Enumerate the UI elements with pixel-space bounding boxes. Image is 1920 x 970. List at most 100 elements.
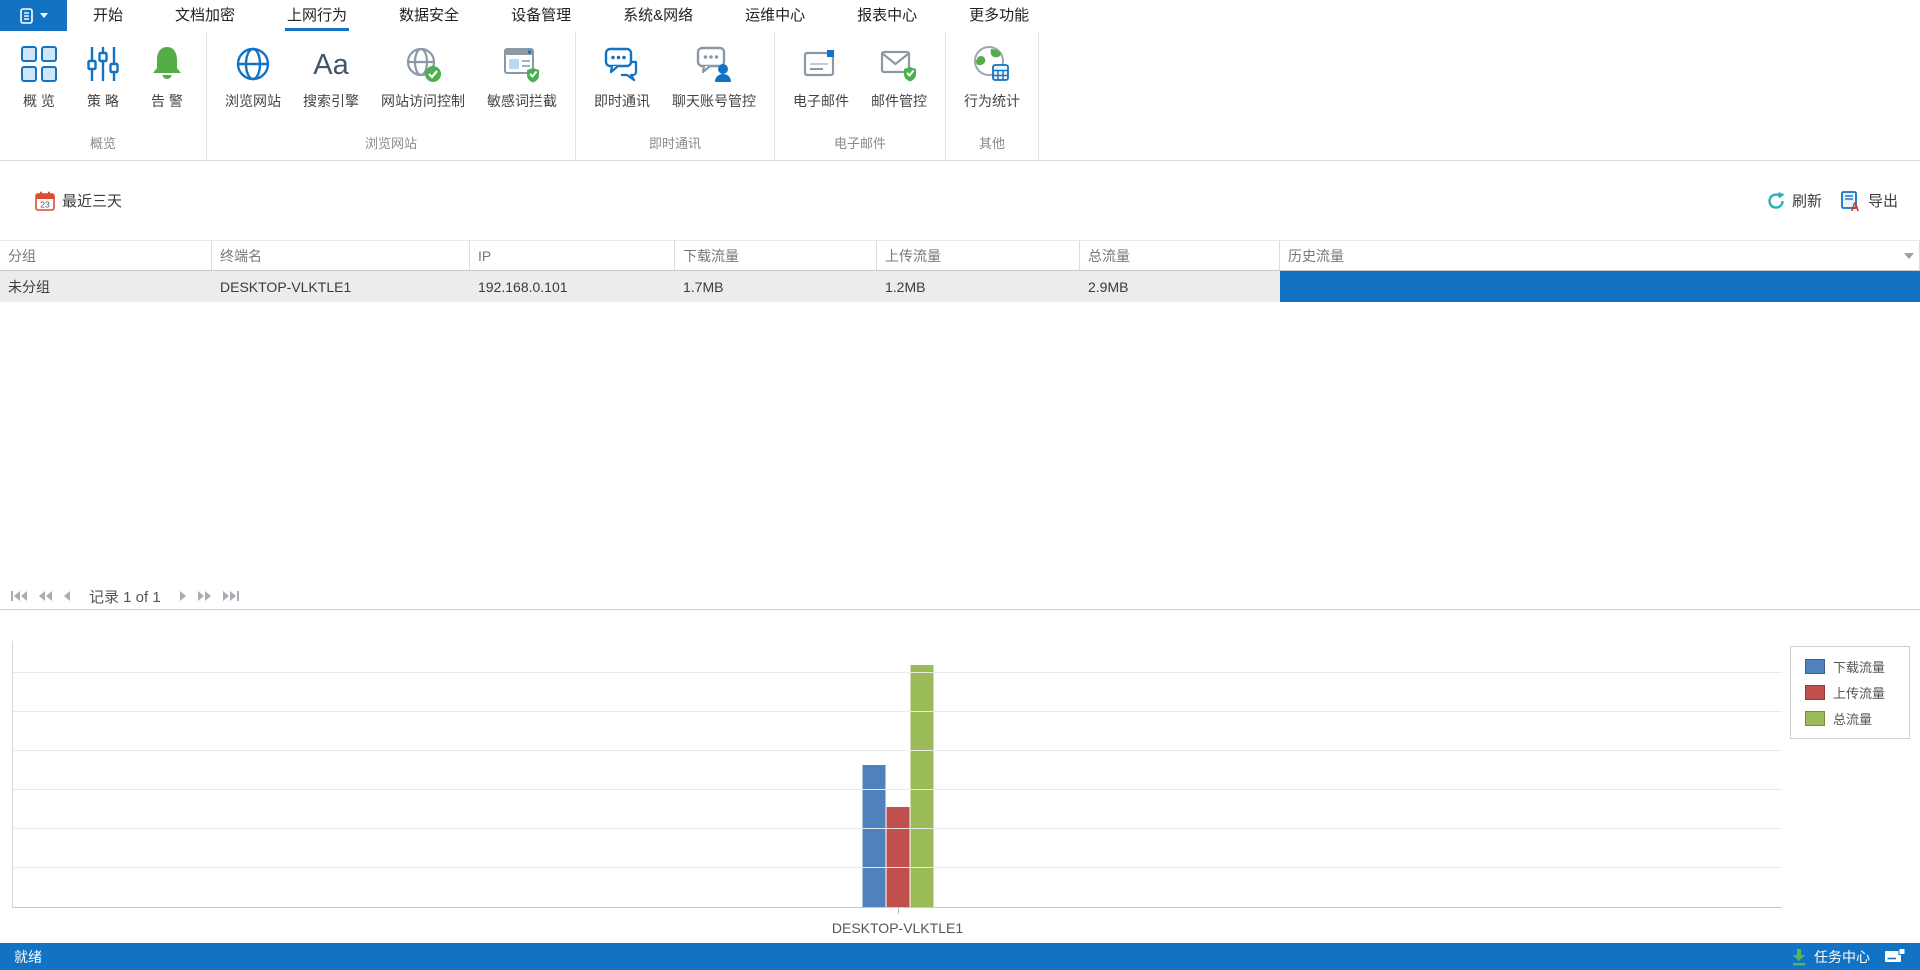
ribbon-item-browse-website[interactable]: 浏览网站 <box>217 39 289 115</box>
menu-tabs: 开始 文档加密 上网行为 数据安全 设备管理 系统&网络 运维中心 报表中心 更… <box>67 0 1055 31</box>
cell-total: 2.9MB <box>1088 278 1129 295</box>
tab-data-security[interactable]: 数据安全 <box>397 0 461 31</box>
column-chooser-button[interactable] <box>1904 241 1914 272</box>
column-header-group[interactable]: 分组 <box>0 241 212 270</box>
ribbon-item-label: 即时通讯 <box>594 93 650 109</box>
svg-text:A: A <box>1851 200 1860 212</box>
message-window-icon[interactable] <box>1884 948 1906 965</box>
sensitive-word-block-icon <box>501 43 543 85</box>
x-axis-category-label: DESKTOP-VLKTLE1 <box>831 920 964 936</box>
gridline <box>13 789 1782 790</box>
date-range-label: 最近三天 <box>62 193 123 210</box>
last-page-button[interactable] <box>222 590 240 602</box>
svg-text:23: 23 <box>40 199 50 209</box>
column-header-history[interactable]: 历史流量 <box>1280 241 1920 270</box>
tab-ops-center[interactable]: 运维中心 <box>743 0 807 31</box>
pagination-bar: 记录 1 of 1 <box>0 583 1920 610</box>
fast-prev-page-button[interactable] <box>38 590 53 602</box>
tab-report-center[interactable]: 报表中心 <box>855 0 919 31</box>
ribbon-group-email: 电子邮件 邮件管控 电子邮件 <box>775 31 946 160</box>
ribbon-group-label: 其他 <box>978 136 1005 151</box>
legend-item-upload: 上传流量 <box>1805 683 1901 702</box>
fast-next-page-button[interactable] <box>197 590 212 602</box>
tab-internet-behavior[interactable]: 上网行为 <box>285 0 350 31</box>
download-icon <box>1793 948 1805 965</box>
ribbon-item-website-access-control[interactable]: 网站访问控制 <box>373 39 473 115</box>
export-label: 导出 <box>1867 193 1898 210</box>
app-menu-icon <box>20 7 33 24</box>
ribbon-item-policy[interactable]: 策 略 <box>74 39 132 115</box>
ribbon-item-search-engine[interactable]: Aa 搜索引擎 <box>295 39 367 115</box>
chevron-down-icon <box>40 12 48 18</box>
legend-item-download: 下载流量 <box>1805 657 1901 676</box>
ribbon-item-email[interactable]: 电子邮件 <box>785 39 857 115</box>
ribbon-group-overview: 概 览 策 略 告 警 概览 <box>0 31 207 160</box>
history-traffic-bar <box>1280 271 1920 302</box>
ribbon-item-instant-messaging[interactable]: 即时通讯 <box>586 39 658 115</box>
record-count-label: 记录 1 of 1 <box>89 588 161 606</box>
calendar-icon: 23 <box>35 191 55 211</box>
date-range-filter[interactable]: 23 最近三天 <box>34 190 122 212</box>
table-empty-area <box>0 302 1920 583</box>
ribbon-item-label: 邮件管控 <box>871 93 927 109</box>
export-icon: A <box>1841 190 1860 212</box>
task-center-button[interactable]: 任务中心 <box>1790 947 1870 967</box>
search-engine-icon: Aa <box>310 43 352 85</box>
ribbon-item-behavior-stats[interactable]: 行为统计 <box>956 39 1028 115</box>
ribbon-group-label: 概览 <box>89 136 116 151</box>
tab-doc-encryption[interactable]: 文档加密 <box>173 0 237 31</box>
overview-icon <box>18 43 60 85</box>
table-row[interactable]: 未分组 DESKTOP-VLKTLE1 192.168.0.101 1.7MB … <box>0 271 1920 302</box>
legend-swatch-total <box>1805 711 1825 726</box>
bar-group <box>862 665 933 907</box>
ribbon-item-label: 策 略 <box>87 93 119 109</box>
tab-more-functions[interactable]: 更多功能 <box>967 0 1031 31</box>
column-header-total[interactable]: 总流量 <box>1080 241 1280 270</box>
ribbon-item-alert[interactable]: 告 警 <box>138 39 196 115</box>
legend-label: 下载流量 <box>1833 660 1886 675</box>
ribbon-item-label: 浏览网站 <box>225 93 281 109</box>
ribbon-item-overview[interactable]: 概 览 <box>10 39 68 115</box>
ribbon: 概 览 策 略 告 警 概览 浏览网站 Aa 搜索引擎 网站访问控制 敏感词拦截… <box>0 31 1920 161</box>
behavior-stats-icon <box>971 43 1013 85</box>
browse-website-icon <box>232 43 274 85</box>
svg-text:Aa: Aa <box>313 49 349 81</box>
status-bar: 就绪 任务中心 <box>0 943 1920 970</box>
website-access-control-icon <box>402 43 444 85</box>
ribbon-group-instant-messaging: 即时通讯 聊天账号管控 即时通讯 <box>576 31 775 160</box>
legend-item-total: 总流量 <box>1805 709 1901 728</box>
ribbon-item-label: 搜索引擎 <box>303 93 359 109</box>
instant-messaging-icon <box>601 43 643 85</box>
ribbon-item-chat-account-control[interactable]: 聊天账号管控 <box>664 39 764 115</box>
ribbon-item-label: 行为统计 <box>964 93 1020 109</box>
next-page-button[interactable] <box>179 590 187 602</box>
bar-series-2 <box>910 665 933 907</box>
column-header-ip[interactable]: IP <box>470 241 675 270</box>
task-center-label: 任务中心 <box>1814 948 1870 965</box>
cell-ip: 192.168.0.101 <box>478 278 568 295</box>
refresh-label: 刷新 <box>1791 193 1822 210</box>
chat-account-control-icon <box>693 43 735 85</box>
app-menu-button[interactable] <box>0 0 67 31</box>
ribbon-item-mail-control[interactable]: 邮件管控 <box>863 39 935 115</box>
column-header-upload[interactable]: 上传流量 <box>877 241 1080 270</box>
gridline <box>13 711 1782 712</box>
ribbon-item-label: 网站访问控制 <box>381 93 465 109</box>
column-header-terminal[interactable]: 终端名 <box>212 241 470 270</box>
column-header-download[interactable]: 下载流量 <box>675 241 877 270</box>
export-button[interactable]: A 导出 <box>1840 190 1898 212</box>
prev-page-button[interactable] <box>63 590 71 602</box>
tab-system-network[interactable]: 系统&网络 <box>621 0 695 31</box>
gridline <box>13 828 1782 829</box>
legend-swatch-download <box>1805 659 1825 674</box>
ribbon-item-label: 聊天账号管控 <box>672 93 756 109</box>
ribbon-group-label: 电子邮件 <box>833 136 886 151</box>
first-page-button[interactable] <box>10 590 28 602</box>
refresh-button[interactable]: 刷新 <box>1766 190 1822 211</box>
tab-device-management[interactable]: 设备管理 <box>509 0 573 31</box>
content-toolbar: 23 最近三天 刷新 A 导出 <box>0 161 1920 240</box>
ribbon-item-sensitive-word-block[interactable]: 敏感词拦截 <box>479 39 565 115</box>
ribbon-item-label: 告 警 <box>151 93 183 109</box>
legend-label: 上传流量 <box>1833 686 1886 701</box>
tab-start[interactable]: 开始 <box>91 0 125 31</box>
